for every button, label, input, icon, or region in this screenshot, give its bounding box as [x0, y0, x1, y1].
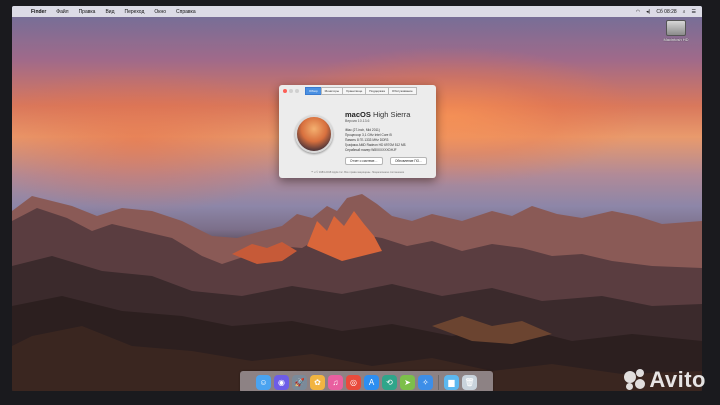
status-area: ◠ ◂) Сб 08:28 ⌕ ☰ [636, 9, 702, 15]
dock-maps-icon[interactable]: ➤ [400, 374, 415, 390]
avito-watermark: Avito [624, 367, 706, 393]
menu-view[interactable]: Вид [100, 9, 119, 15]
desktop-disk-icon[interactable]: Macintosh HD [662, 20, 690, 42]
avito-logo-icon [624, 369, 646, 391]
menu-bar: Finder Файл Правка Вид Переход Окно Спра… [12, 6, 702, 17]
dock-separator [438, 374, 439, 390]
window-titlebar[interactable]: Обзор Мониторы Хранилище Поддержка Обслу… [279, 85, 436, 96]
os-name-light: High Sierra [372, 110, 411, 119]
dock-photos-icon[interactable]: ✿ [310, 374, 325, 390]
menubar-clock[interactable]: Сб 08:28 [656, 9, 676, 15]
dock-safari-icon[interactable]: ✧ [418, 374, 433, 390]
wallpaper-mountains [12, 194, 702, 391]
notification-center-icon[interactable]: ☰ [692, 9, 696, 15]
menu-window[interactable]: Окно [149, 9, 171, 15]
dock-itunes-icon[interactable]: ♫ [328, 374, 343, 390]
volume-icon[interactable]: ◂) [646, 9, 650, 15]
wifi-icon[interactable]: ◠ [636, 9, 640, 15]
dock-siri-icon[interactable]: ◉ [274, 374, 289, 390]
software-update-button[interactable]: Обновление ПО… [390, 157, 428, 165]
dock-trash-icon[interactable]: 🗑 [462, 374, 477, 390]
menu-file[interactable]: Файл [51, 9, 73, 15]
dock-downloads-folder-icon[interactable]: ▆ [444, 374, 459, 390]
menu-go[interactable]: Переход [120, 9, 150, 15]
tab-service[interactable]: Обслуживание [387, 87, 417, 95]
about-this-mac-window: Обзор Мониторы Хранилище Поддержка Обслу… [279, 85, 436, 178]
disk-label: Macintosh HD [663, 37, 689, 42]
hard-drive-icon [666, 20, 686, 36]
os-version: Версия 10.13.6 [345, 119, 370, 123]
minimize-button[interactable] [289, 88, 293, 93]
zoom-button[interactable] [295, 88, 299, 93]
os-name-bold: macOS [345, 110, 371, 119]
tab-storage[interactable]: Хранилище [342, 87, 366, 95]
tab-displays[interactable]: Мониторы [320, 87, 343, 95]
menu-edit[interactable]: Правка [74, 9, 101, 15]
dock-app-store-icon[interactable]: A [364, 374, 379, 390]
spotlight-icon[interactable]: ⌕ [683, 9, 686, 15]
menu-finder[interactable]: Finder [26, 9, 51, 15]
close-button[interactable] [283, 88, 287, 93]
macos-logo-icon [295, 115, 333, 153]
dock-launchpad-icon[interactable]: 🚀 [292, 374, 307, 390]
menu-help[interactable]: Справка [171, 9, 201, 15]
tab-overview[interactable]: Обзор [305, 87, 321, 95]
system-specs: iMac (27-inch, Mid 2011) Процессор 3,1 G… [345, 128, 406, 153]
dock: ☺ ◉ 🚀 ✿ ♫ ◎ A ⟲ ➤ ✧ ▆ 🗑 [240, 371, 493, 391]
copyright-footer: ™ и © 1983-2018 Apple Inc. Все права защ… [310, 171, 405, 174]
dock-chrome-icon[interactable]: ◎ [346, 374, 361, 390]
system-report-button[interactable]: Отчет о системе… [345, 157, 383, 165]
spec-serial: Серийный номер W80XXXXXDHJF [345, 148, 397, 152]
dock-finder-icon[interactable]: ☺ [256, 374, 271, 390]
dock-time-machine-icon[interactable]: ⟲ [382, 374, 397, 390]
os-name: macOS High Sierra [345, 110, 410, 119]
tab-support[interactable]: Поддержка [365, 87, 388, 95]
desktop-screen: Finder Файл Правка Вид Переход Окно Спра… [12, 6, 702, 391]
tab-bar: Обзор Мониторы Хранилище Поддержка Обслу… [305, 87, 417, 95]
avito-wordmark: Avito [649, 367, 706, 392]
